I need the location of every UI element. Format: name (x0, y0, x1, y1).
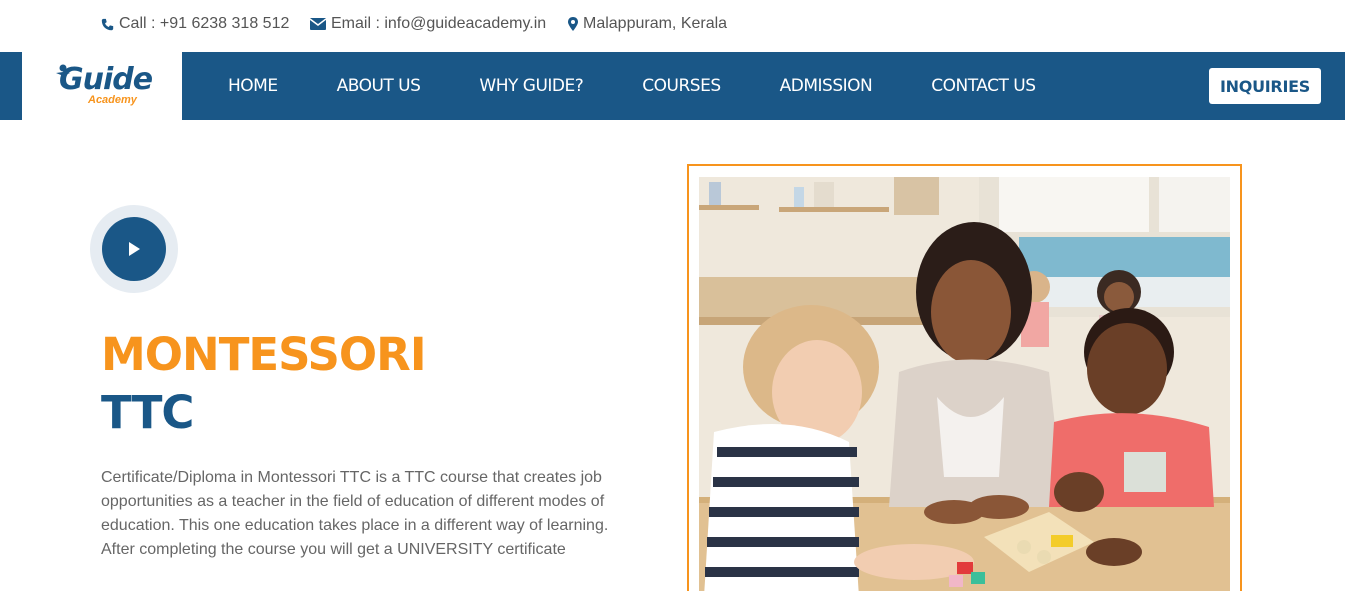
nav-why-guide[interactable]: WHY GUIDE? (479, 76, 583, 96)
play-button-core[interactable] (102, 217, 166, 281)
nav-courses[interactable]: COURSES (642, 76, 721, 96)
envelope-icon (310, 18, 326, 30)
hero-title-line2: TTC (101, 386, 194, 439)
email-info[interactable]: Email : info@guideacademy.in (310, 15, 546, 33)
nav-about-us[interactable]: ABOUT US (337, 76, 421, 96)
main-navbar: Guide Academy HOME ABOUT US WHY GUIDE? C… (0, 52, 1345, 120)
nav-menu: HOME ABOUT US WHY GUIDE? COURSES ADMISSI… (228, 52, 1095, 120)
logo-wordmark: Guide (59, 62, 153, 97)
call-info[interactable]: Call : +91 6238 318 512 (101, 15, 289, 33)
location-info: Malappuram, Kerala (568, 15, 727, 33)
logo-subtitle: Academy (88, 94, 137, 106)
hero-title-line1: MONTESSORI (101, 328, 427, 381)
location-text: Malappuram, Kerala (583, 15, 728, 32)
nav-contact-us[interactable]: CONTACT US (931, 76, 1036, 96)
phone-icon (101, 18, 114, 30)
call-text: Call : +91 6238 318 512 (119, 15, 290, 32)
inquiries-button[interactable]: INQUIRIES (1209, 68, 1321, 104)
logo[interactable]: Guide Academy (22, 52, 182, 120)
play-icon (129, 242, 140, 256)
nav-home[interactable]: HOME (228, 76, 278, 96)
hero-description: Certificate/Diploma in Montessori TTC is… (101, 469, 609, 558)
nav-admission[interactable]: ADMISSION (780, 76, 873, 96)
map-marker-icon (568, 17, 578, 31)
classroom-illustration (699, 177, 1230, 591)
video-play-button[interactable] (90, 205, 178, 293)
hero-image-frame (687, 164, 1242, 591)
email-text: Email : info@guideacademy.in (331, 15, 547, 32)
top-contact-bar: Call : +91 6238 318 512 Email : info@gui… (0, 0, 1345, 52)
classroom-photo (699, 177, 1230, 591)
